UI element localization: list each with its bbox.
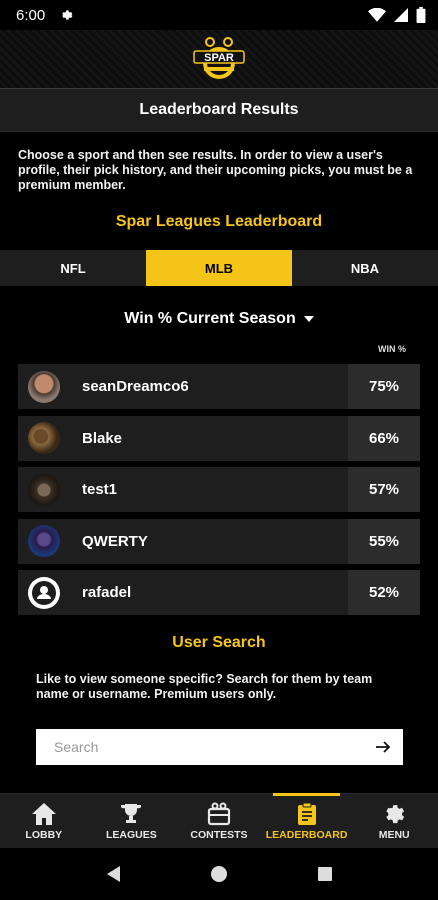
leaderboard-row[interactable]: rafadel 52% [18, 570, 420, 615]
row-win-pct: 52% [348, 570, 420, 615]
wifi-icon [368, 8, 386, 22]
nav-menu[interactable]: MENU [350, 794, 438, 848]
tab-nfl[interactable]: NFL [0, 250, 146, 286]
nav-leaderboard[interactable]: LEADERBOARD [263, 793, 351, 848]
row-win-pct: 55% [348, 518, 420, 564]
leaderboard-row[interactable]: Blake 66% [18, 415, 420, 461]
clipboard-icon [297, 802, 316, 825]
gear-icon [386, 804, 405, 823]
home-circle-icon[interactable] [210, 865, 228, 883]
row-win-pct: 75% [348, 364, 420, 409]
trophy-icon [121, 803, 142, 823]
battery-icon [416, 7, 426, 23]
home-icon [31, 802, 56, 825]
row-username: seanDreamco6 [82, 378, 189, 395]
search-box [36, 729, 403, 765]
win-pct-column-header: WIN % [378, 344, 406, 354]
row-username: rafadel [82, 584, 132, 601]
tickets-icon [207, 802, 231, 825]
status-bar: 6:00 [0, 0, 438, 30]
page-title: Leaderboard Results [0, 88, 438, 132]
nav-contests[interactable]: CONTESTS [175, 794, 263, 848]
signal-icon [394, 8, 408, 22]
leaderboard-title: Spar Leagues Leaderboard [115, 213, 323, 230]
row-win-pct: 57% [348, 467, 420, 512]
search-input[interactable] [54, 739, 375, 755]
avatar [28, 525, 60, 557]
avatar [28, 576, 60, 609]
intro-text: Choose a sport and then see results. In … [18, 148, 413, 192]
spar-logo[interactable]: SPAR [192, 37, 246, 81]
leaderboard-list: seanDreamco6 75% Blake 66% test1 57% QWE… [18, 364, 420, 622]
row-username: Blake [82, 429, 123, 447]
season-dropdown-label: Win % Current Season [124, 310, 296, 327]
status-time: 6:00 [16, 6, 46, 24]
bottom-nav: LOBBY LEAGUES CONTESTS LEADERBOARD MENU [0, 793, 438, 848]
avatar [28, 422, 60, 454]
nav-label: LOBBY [25, 828, 63, 841]
tab-mlb[interactable]: MLB [146, 250, 292, 286]
row-username: test1 [82, 481, 118, 498]
recents-icon[interactable] [317, 866, 333, 882]
nav-label: MENU [378, 828, 410, 841]
avatar [28, 370, 60, 403]
app-header: SPAR [0, 30, 438, 88]
season-dropdown[interactable]: Win % Current Season [0, 306, 438, 332]
nav-label: CONTESTS [190, 828, 248, 841]
caret-down-icon [303, 316, 314, 322]
tab-nba[interactable]: NBA [292, 250, 438, 286]
sport-tabs: NFL MLB NBA [0, 250, 438, 286]
nav-label: LEADERBOARD [265, 828, 348, 841]
user-search-title: User Search [172, 634, 266, 651]
avatar [28, 473, 60, 506]
row-username: QWERTY [82, 532, 148, 550]
nav-leagues[interactable]: LEAGUES [88, 794, 176, 848]
leaderboard-row[interactable]: seanDreamco6 75% [18, 364, 420, 409]
user-search-description: Like to view someone specific? Search fo… [36, 672, 373, 701]
arrow-right-icon[interactable] [375, 739, 391, 755]
nav-lobby[interactable]: LOBBY [0, 794, 88, 848]
nav-label: LEAGUES [106, 828, 157, 841]
logo-text: SPAR [204, 52, 234, 64]
default-user-icon [32, 580, 56, 605]
row-win-pct: 66% [348, 415, 420, 461]
system-nav-bar [0, 848, 438, 900]
leaderboard-row[interactable]: test1 57% [18, 467, 420, 512]
leaderboard-row[interactable]: QWERTY 55% [18, 518, 420, 564]
settings-status-icon [62, 10, 73, 20]
back-icon[interactable] [105, 865, 121, 883]
